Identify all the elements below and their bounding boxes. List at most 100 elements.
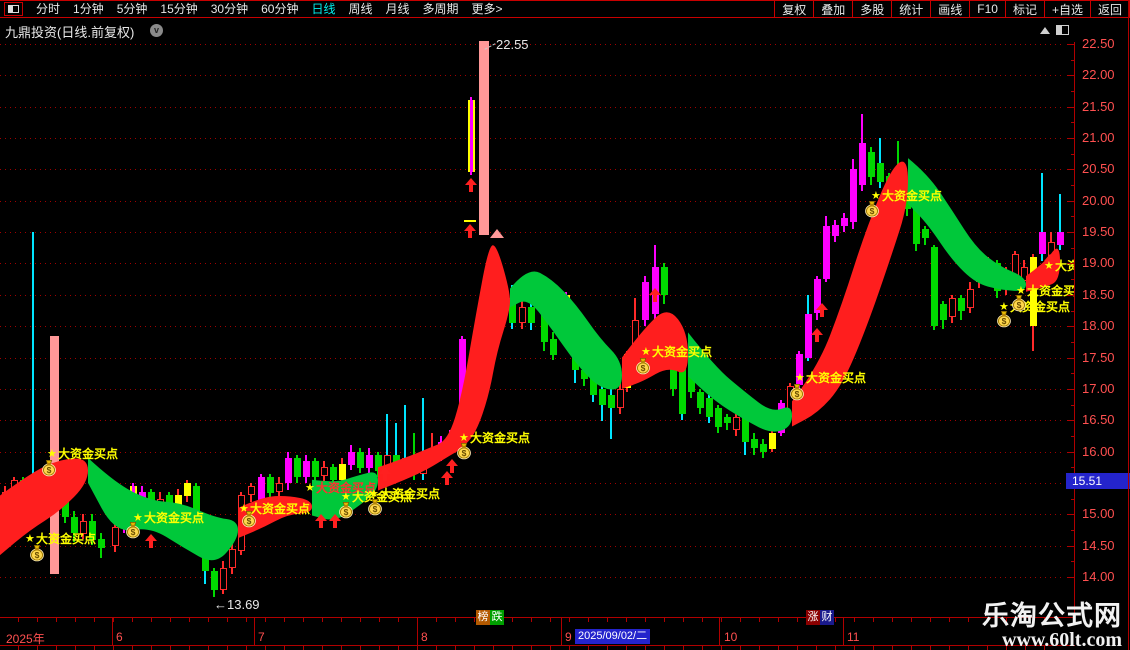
candle (528, 307, 535, 323)
money-bag-icon (863, 200, 881, 218)
candle (420, 458, 427, 474)
candle (276, 483, 283, 492)
y-axis-label: 17.00 (1082, 381, 1115, 396)
period-tab-60分钟[interactable]: 60分钟 (261, 1, 298, 17)
buy-point-label: 大资金买点 (144, 511, 205, 525)
action-button-画线[interactable]: 画线 (930, 1, 969, 17)
gridline (0, 483, 1062, 484)
action-button-复权[interactable]: 复权 (774, 1, 813, 17)
month-separator (719, 618, 720, 645)
period-tab-日线[interactable]: 日线 (311, 1, 335, 17)
chevron-down-icon[interactable]: v (150, 24, 163, 37)
candle (411, 458, 418, 474)
candle (339, 464, 346, 480)
gridline (0, 546, 1062, 547)
split-panel-icon[interactable] (1056, 25, 1069, 35)
candle (468, 100, 475, 172)
candle (642, 282, 649, 320)
period-tab-更多>[interactable]: 更多> (472, 1, 503, 17)
candle (11, 480, 18, 496)
ribbon-segment-green (510, 271, 622, 390)
period-tab-30分钟[interactable]: 30分钟 (211, 1, 248, 17)
date-axis-label: 7 (258, 630, 265, 644)
event-badge-char: 榜 (476, 610, 490, 625)
action-button-叠加[interactable]: 叠加 (813, 1, 852, 17)
period-toolbar: 分时 1分钟 5分钟 15分钟 30分钟 60分钟 日线 周线 月线 多周期 更多> 复权 叠加 多股统… (0, 0, 1130, 18)
period-tab-5分钟[interactable]: 5分钟 (117, 1, 148, 17)
candle (922, 229, 929, 238)
candle (267, 477, 274, 493)
period-tab-1分钟[interactable]: 1分钟 (73, 1, 104, 17)
candle (760, 444, 767, 452)
candle (572, 339, 579, 370)
candle (447, 436, 454, 449)
candle (393, 455, 400, 471)
candle (541, 311, 548, 342)
period-tab-分时[interactable]: 分时 (36, 1, 60, 17)
y-axis-label: 22.00 (1082, 67, 1115, 82)
money-bag-icon (40, 459, 58, 477)
buy-arrow-icon (145, 534, 157, 548)
action-button-标记[interactable]: 标记 (1004, 1, 1044, 17)
candle (220, 568, 227, 590)
candle (1021, 267, 1028, 281)
money-bag-icon (788, 383, 806, 401)
candle (39, 486, 46, 505)
buy-arrow-icon (465, 178, 477, 192)
money-bag-icon (455, 442, 473, 460)
period-tab-15分钟[interactable]: 15分钟 (160, 1, 197, 17)
buy-point-label: 大资金买点 (652, 345, 713, 359)
selected-date-tag: 2025/09/02/二 (575, 629, 651, 644)
period-tab-月线[interactable]: 月线 (386, 1, 410, 17)
y-axis-label: 16.50 (1082, 412, 1115, 427)
money-bag-icon (634, 357, 652, 375)
layout-icon[interactable] (4, 2, 23, 16)
candle (994, 263, 1001, 291)
kline-chart[interactable]: 大资金买点 ★ 大资金买点 ★ 大资金买点 ★ 大资金买点 ★ 大资金买点 ★ 大资金买点 ★ 大资金买… (0, 0, 1075, 617)
month-separator (254, 618, 255, 645)
gridline (0, 232, 1062, 233)
gridline (0, 577, 1062, 578)
candle (706, 398, 713, 417)
candle (967, 289, 974, 308)
action-button-统计[interactable]: 统计 (891, 1, 930, 17)
money-bag-icon (240, 510, 258, 528)
period-tab-周线[interactable]: 周线 (348, 1, 372, 17)
candle (751, 439, 758, 448)
candle (868, 152, 875, 177)
watermark-url: www.60lt.com (1002, 629, 1122, 650)
period-tab-多周期[interactable]: 多周期 (423, 1, 459, 17)
action-button-F10[interactable]: F10 (969, 1, 1005, 17)
candle (617, 389, 624, 408)
candle (303, 461, 310, 477)
candle (931, 247, 938, 326)
action-buttons: 复权 叠加 多股 统计 画线 F10 标记 +自选 返回 (774, 1, 1130, 17)
y-axis-label: 21.50 (1082, 99, 1115, 114)
date-axis-label: 9 (565, 630, 572, 644)
action-button-多股[interactable]: 多股 (852, 1, 891, 17)
buy-arrow-icon (379, 467, 391, 481)
star-icon: ★ (1044, 260, 1054, 272)
date-axis-label: 2025年 (6, 632, 45, 646)
date-ticks (0, 618, 1063, 622)
action-button-+自选[interactable]: +自选 (1043, 1, 1090, 17)
y-axis-label: 17.50 (1082, 350, 1115, 365)
candle (599, 389, 606, 405)
month-separator (843, 618, 844, 645)
gridline (0, 169, 1062, 170)
candle (321, 467, 328, 476)
candle (632, 320, 639, 354)
candle (98, 539, 105, 548)
buy-arrow-icon (464, 224, 476, 238)
y-axis-label: 20.00 (1082, 193, 1115, 208)
action-button-返回[interactable]: 返回 (1089, 1, 1130, 17)
y-axis-label: 20.50 (1082, 161, 1115, 176)
candle (715, 408, 722, 427)
event-badge-char: 跌 (490, 610, 504, 625)
buy-point-label: 大资金买点 (470, 431, 531, 445)
candle (1039, 232, 1046, 254)
y-axis-label: 14.00 (1082, 569, 1115, 584)
collapse-up-icon[interactable] (1040, 27, 1050, 34)
event-badge-char: 财 (820, 610, 834, 625)
money-bag-icon (28, 544, 46, 562)
